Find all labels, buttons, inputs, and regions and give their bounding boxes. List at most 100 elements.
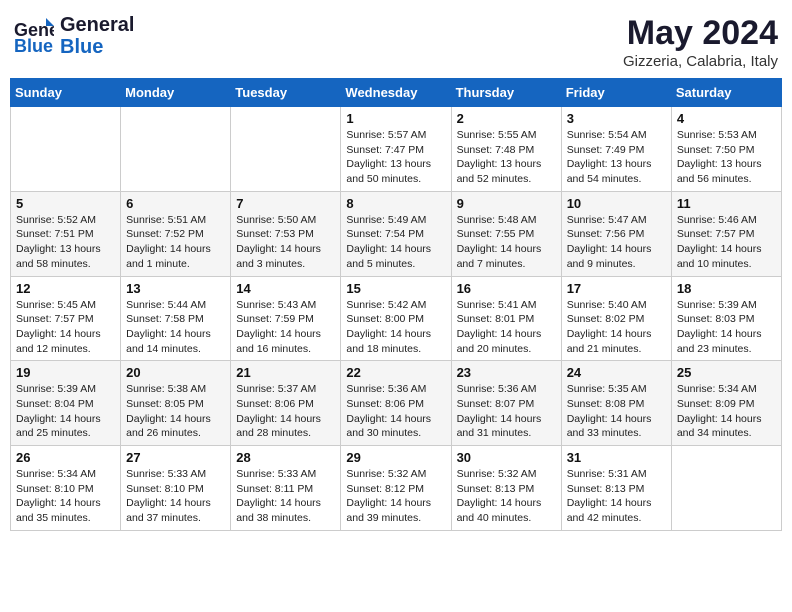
day-info: Sunrise: 5:52 AMSunset: 7:51 PMDaylight:… [16, 213, 115, 272]
calendar-cell: 18 Sunrise: 5:39 AMSunset: 8:03 PMDayligh… [671, 276, 781, 361]
day-info: Sunrise: 5:39 AMSunset: 8:03 PMDaylight:… [677, 298, 776, 357]
day-number: 25 [677, 365, 776, 380]
calendar-week-row: 26Sunrise: 5:34 AMSunset: 8:10 PMDayligh… [11, 446, 782, 531]
calendar-cell: 13 Sunrise: 5:44 AMSunset: 7:58 PMDayligh… [121, 276, 231, 361]
day-number: 17 [567, 281, 666, 296]
day-info: Sunrise: 5:38 AMSunset: 8:05 PMDaylight:… [126, 382, 225, 441]
header-saturday: Saturday [671, 79, 781, 107]
day-number: 8 [346, 196, 445, 211]
day-number: 4 [677, 111, 776, 126]
calendar-cell [231, 107, 341, 192]
day-info: Sunrise: 5:31 AMSunset: 8:13 PMDaylight:… [567, 467, 666, 526]
day-number: 27 [126, 450, 225, 465]
day-number: 18 [677, 281, 776, 296]
calendar-week-row: 5 Sunrise: 5:52 AMSunset: 7:51 PMDaylight… [11, 191, 782, 276]
day-number: 30 [457, 450, 556, 465]
calendar-cell: 15 Sunrise: 5:42 AMSunset: 8:00 PMDayligh… [341, 276, 451, 361]
day-info: Sunrise: 5:34 AMSunset: 8:09 PMDaylight:… [677, 382, 776, 441]
day-info: Sunrise: 5:33 AMSunset: 8:11 PMDaylight:… [236, 467, 335, 526]
calendar-cell: 27Sunrise: 5:33 AMSunset: 8:10 PMDayligh… [121, 446, 231, 531]
day-number: 11 [677, 196, 776, 211]
day-info: Sunrise: 5:45 AMSunset: 7:57 PMDaylight:… [16, 298, 115, 357]
calendar-cell: 28 Sunrise: 5:33 AMSunset: 8:11 PMDayligh… [231, 446, 341, 531]
day-info: Sunrise: 5:51 AMSunset: 7:52 PMDaylight:… [126, 213, 225, 272]
calendar-cell: 30 Sunrise: 5:32 AMSunset: 8:13 PMDayligh… [451, 446, 561, 531]
day-number: 28 [236, 450, 335, 465]
day-info: Sunrise: 5:47 AMSunset: 7:56 PMDaylight:… [567, 213, 666, 272]
day-info: Sunrise: 5:41 AMSunset: 8:01 PMDaylight:… [457, 298, 556, 357]
day-number: 16 [457, 281, 556, 296]
day-number: 9 [457, 196, 556, 211]
calendar-cell: 29 Sunrise: 5:32 AMSunset: 8:12 PMDayligh… [341, 446, 451, 531]
calendar-cell: 8 Sunrise: 5:49 AMSunset: 7:54 PMDaylight… [341, 191, 451, 276]
day-number: 6 [126, 196, 225, 211]
calendar-cell: 25 Sunrise: 5:34 AMSunset: 8:09 PMDayligh… [671, 361, 781, 446]
calendar-cell: 7 Sunrise: 5:50 AMSunset: 7:53 PMDaylight… [231, 191, 341, 276]
day-number: 2 [457, 111, 556, 126]
day-info: Sunrise: 5:37 AMSunset: 8:06 PMDaylight:… [236, 382, 335, 441]
day-info: Sunrise: 5:57 AMSunset: 7:47 PMDaylight:… [346, 128, 445, 187]
day-info: Sunrise: 5:46 AMSunset: 7:57 PMDaylight:… [677, 213, 776, 272]
day-number: 23 [457, 365, 556, 380]
calendar-cell: 26Sunrise: 5:34 AMSunset: 8:10 PMDayligh… [11, 446, 121, 531]
weekday-header-row: Sunday Monday Tuesday Wednesday Thursday… [11, 79, 782, 107]
page-header: General Blue General Blue May 2024 Gizze… [10, 10, 782, 70]
day-info: Sunrise: 5:32 AMSunset: 8:13 PMDaylight:… [457, 467, 556, 526]
header-friday: Friday [561, 79, 671, 107]
month-title: May 2024 [623, 14, 778, 53]
calendar-cell: 16 Sunrise: 5:41 AMSunset: 8:01 PMDayligh… [451, 276, 561, 361]
logo: General Blue General Blue [14, 14, 134, 58]
calendar-cell: 12 Sunrise: 5:45 AMSunset: 7:57 PMDayligh… [11, 276, 121, 361]
header-monday: Monday [121, 79, 231, 107]
header-tuesday: Tuesday [231, 79, 341, 107]
day-info: Sunrise: 5:32 AMSunset: 8:12 PMDaylight:… [346, 467, 445, 526]
day-info: Sunrise: 5:50 AMSunset: 7:53 PMDaylight:… [236, 213, 335, 272]
calendar-cell: 5 Sunrise: 5:52 AMSunset: 7:51 PMDaylight… [11, 191, 121, 276]
day-number: 12 [16, 281, 115, 296]
day-info: Sunrise: 5:42 AMSunset: 8:00 PMDaylight:… [346, 298, 445, 357]
logo-general-text: General [60, 14, 134, 36]
day-number: 1 [346, 111, 445, 126]
header-sunday: Sunday [11, 79, 121, 107]
calendar-cell: 23Sunrise: 5:36 AMSunset: 8:07 PMDayligh… [451, 361, 561, 446]
day-number: 21 [236, 365, 335, 380]
day-number: 19 [16, 365, 115, 380]
day-info: Sunrise: 5:40 AMSunset: 8:02 PMDaylight:… [567, 298, 666, 357]
calendar-cell: 4 Sunrise: 5:53 AMSunset: 7:50 PMDaylight… [671, 107, 781, 192]
calendar-cell: 20Sunrise: 5:38 AMSunset: 8:05 PMDayligh… [121, 361, 231, 446]
day-info: Sunrise: 5:35 AMSunset: 8:08 PMDaylight:… [567, 382, 666, 441]
day-number: 31 [567, 450, 666, 465]
day-info: Sunrise: 5:49 AMSunset: 7:54 PMDaylight:… [346, 213, 445, 272]
day-number: 5 [16, 196, 115, 211]
calendar-table: Sunday Monday Tuesday Wednesday Thursday… [10, 78, 782, 531]
day-info: Sunrise: 5:53 AMSunset: 7:50 PMDaylight:… [677, 128, 776, 187]
calendar-cell: 6 Sunrise: 5:51 AMSunset: 7:52 PMDaylight… [121, 191, 231, 276]
calendar-cell: 22Sunrise: 5:36 AMSunset: 8:06 PMDayligh… [341, 361, 451, 446]
calendar-cell [671, 446, 781, 531]
calendar-cell: 11 Sunrise: 5:46 AMSunset: 7:57 PMDayligh… [671, 191, 781, 276]
header-thursday: Thursday [451, 79, 561, 107]
title-block: May 2024 Gizzeria, Calabria, Italy [623, 14, 778, 70]
day-info: Sunrise: 5:48 AMSunset: 7:55 PMDaylight:… [457, 213, 556, 272]
day-info: Sunrise: 5:43 AMSunset: 7:59 PMDaylight:… [236, 298, 335, 357]
calendar-cell [11, 107, 121, 192]
day-number: 14 [236, 281, 335, 296]
day-info: Sunrise: 5:55 AMSunset: 7:48 PMDaylight:… [457, 128, 556, 187]
calendar-cell: 3Sunrise: 5:54 AMSunset: 7:49 PMDaylight… [561, 107, 671, 192]
day-number: 29 [346, 450, 445, 465]
header-wednesday: Wednesday [341, 79, 451, 107]
calendar-cell: 31 Sunrise: 5:31 AMSunset: 8:13 PMDayligh… [561, 446, 671, 531]
day-info: Sunrise: 5:44 AMSunset: 7:58 PMDaylight:… [126, 298, 225, 357]
calendar-week-row: 12 Sunrise: 5:45 AMSunset: 7:57 PMDayligh… [11, 276, 782, 361]
calendar-cell: 9 Sunrise: 5:48 AMSunset: 7:55 PMDaylight… [451, 191, 561, 276]
day-number: 13 [126, 281, 225, 296]
day-number: 22 [346, 365, 445, 380]
logo-icon: General Blue [14, 16, 54, 56]
calendar-cell: 14 Sunrise: 5:43 AMSunset: 7:59 PMDayligh… [231, 276, 341, 361]
calendar-cell: 2 Sunrise: 5:55 AMSunset: 7:48 PMDaylight… [451, 107, 561, 192]
day-info: Sunrise: 5:54 AMSunset: 7:49 PMDaylight:… [567, 128, 666, 187]
day-number: 10 [567, 196, 666, 211]
day-number: 15 [346, 281, 445, 296]
calendar-cell: 19Sunrise: 5:39 AMSunset: 8:04 PMDayligh… [11, 361, 121, 446]
day-number: 7 [236, 196, 335, 211]
